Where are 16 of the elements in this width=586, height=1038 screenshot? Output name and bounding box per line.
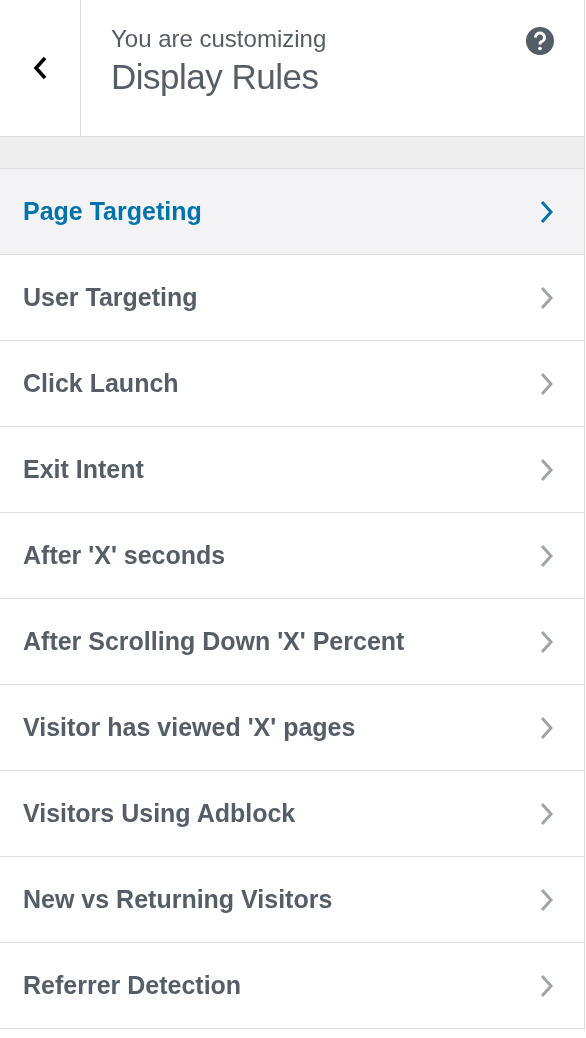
chevron-right-icon xyxy=(540,973,554,998)
customizing-subtitle: You are customizing xyxy=(111,24,327,54)
back-icon xyxy=(32,55,48,81)
chevron-right-icon xyxy=(540,285,554,310)
chevron-right-icon xyxy=(540,199,554,224)
section-item[interactable]: Page Targeting xyxy=(0,169,584,255)
chevron-right-icon xyxy=(540,801,554,826)
chevron-right-icon xyxy=(540,887,554,912)
chevron-right-icon xyxy=(540,457,554,482)
help-button[interactable] xyxy=(526,27,554,55)
chevron-right-icon xyxy=(540,629,554,654)
help-icon xyxy=(526,27,554,55)
chevron-right-icon xyxy=(540,715,554,740)
chevron-right-icon xyxy=(540,371,554,396)
chevron-right-icon xyxy=(540,543,554,568)
panel-title: Display Rules xyxy=(111,56,319,98)
